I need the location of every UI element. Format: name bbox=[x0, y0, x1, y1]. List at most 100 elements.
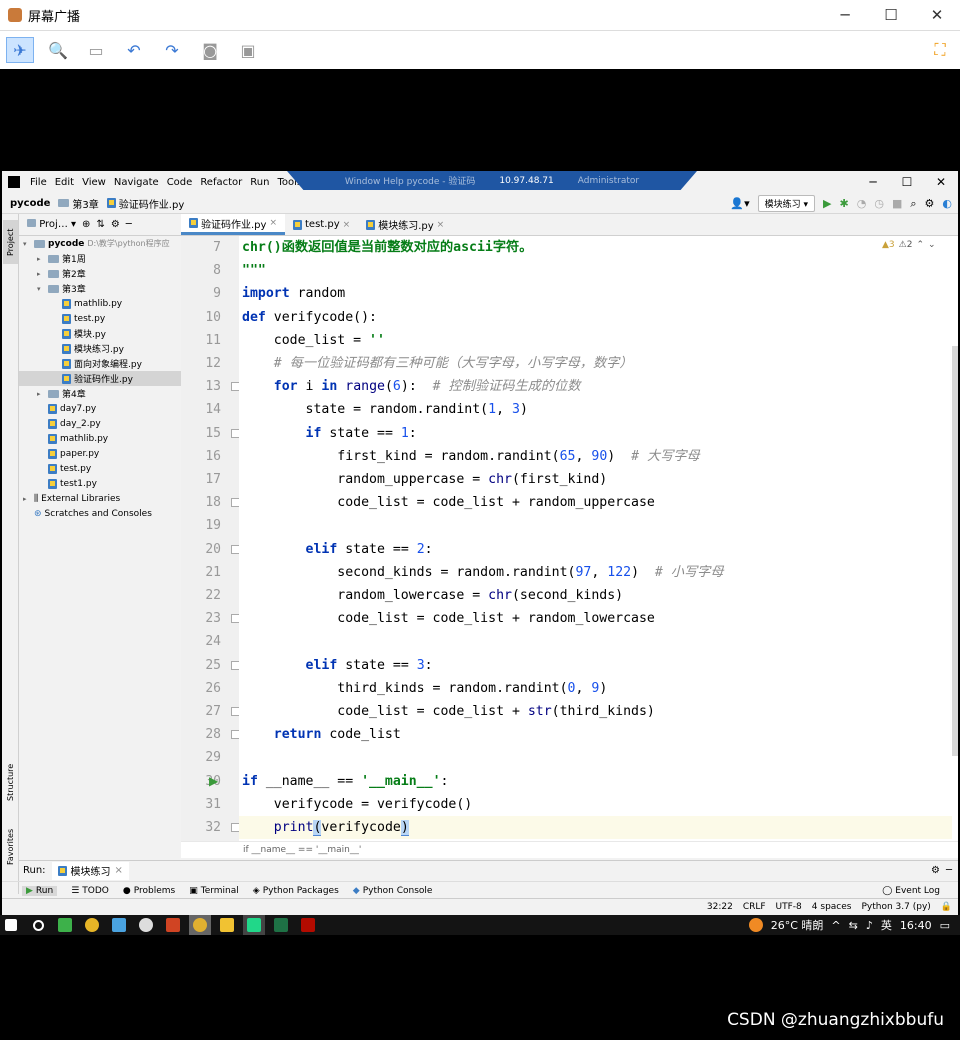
crumb-file[interactable]: 验证码作业.py bbox=[103, 196, 188, 211]
line-separator[interactable]: CRLF bbox=[743, 902, 766, 912]
close-icon[interactable]: × bbox=[269, 218, 277, 228]
tree-item[interactable]: 模块练习.py bbox=[19, 341, 181, 356]
taskbar-broadcast[interactable] bbox=[189, 915, 211, 935]
chevron-right-icon[interactable]: ▸ bbox=[37, 270, 45, 278]
todo-tool-button[interactable]: ☰ TODO bbox=[71, 886, 109, 896]
menu-view[interactable]: View bbox=[78, 177, 110, 188]
hide-icon[interactable]: ─ bbox=[126, 219, 132, 230]
problems-tool-button[interactable]: ● Problems bbox=[123, 886, 175, 896]
start-button[interactable] bbox=[0, 915, 22, 935]
project-tool-tab[interactable]: Project bbox=[3, 220, 18, 264]
fullscreen-button[interactable]: ⛶ bbox=[926, 37, 954, 63]
run-tool-button[interactable]: ▶ Run bbox=[22, 885, 58, 896]
ide-close-button[interactable]: ✕ bbox=[924, 171, 958, 193]
indent-setting[interactable]: 4 spaces bbox=[812, 902, 852, 912]
code-editor[interactable]: chr()函数返回值是当前整数对应的ascii字符。 """ import ra… bbox=[239, 236, 952, 856]
tree-item[interactable]: mathlib.py bbox=[19, 431, 181, 446]
structure-tool-tab[interactable]: Structure bbox=[3, 754, 18, 810]
editor-tab[interactable]: 验证码作业.py × bbox=[181, 214, 285, 235]
notification-icon[interactable]: ▭ bbox=[940, 919, 950, 932]
code-breadcrumb[interactable]: if __name__ == '__main__' bbox=[181, 841, 958, 858]
run-settings-icon[interactable]: ⚙ bbox=[931, 865, 940, 876]
tree-item[interactable]: day_2.py bbox=[19, 416, 181, 431]
debug-icon[interactable]: ✱ bbox=[840, 197, 849, 210]
tree-item[interactable]: ▾ pycode D:\教学\python程序应 bbox=[19, 236, 181, 251]
undo-button[interactable]: ↶ bbox=[120, 37, 148, 63]
profile-icon[interactable]: ◷ bbox=[874, 197, 884, 210]
menu-navigate[interactable]: Navigate bbox=[110, 177, 163, 188]
chevron-right-icon[interactable]: ▸ bbox=[37, 255, 45, 263]
editor-tab[interactable]: test.py × bbox=[285, 214, 358, 235]
crumb-project[interactable]: pycode bbox=[2, 198, 54, 209]
project-view-select[interactable]: Proj… ▾ bbox=[27, 219, 76, 230]
menu-run[interactable]: Run bbox=[246, 177, 273, 188]
packages-tool-button[interactable]: ◈ Python Packages bbox=[253, 886, 339, 896]
chevron-down-icon[interactable]: ▾ bbox=[37, 285, 45, 293]
tree-item[interactable]: test1.py bbox=[19, 476, 181, 491]
tree-item[interactable]: ▸ 第4章 bbox=[19, 386, 181, 401]
weather-text[interactable]: 26°C 晴朗 bbox=[771, 917, 824, 933]
crumb-folder[interactable]: 第3章 bbox=[54, 196, 102, 211]
caret-position[interactable]: 32:22 bbox=[707, 902, 733, 912]
tree-item[interactable]: ▾ 第3章 bbox=[19, 281, 181, 296]
tree-item[interactable]: paper.py bbox=[19, 446, 181, 461]
run-hide-icon[interactable]: ─ bbox=[946, 865, 952, 876]
tree-item[interactable]: test.py bbox=[19, 311, 181, 326]
taskbar-app[interactable] bbox=[108, 915, 130, 935]
outer-maximize-button[interactable]: ☐ bbox=[868, 0, 914, 30]
run-icon[interactable]: ▶ bbox=[823, 197, 831, 210]
scrollbar-thumb[interactable] bbox=[952, 346, 958, 756]
inspection-widget[interactable]: ▲3 ⚠2 ⌃ ⌄ bbox=[882, 236, 936, 254]
collapse-icon[interactable]: ⇅ bbox=[96, 219, 104, 230]
chevron-right-icon[interactable]: ▸ bbox=[37, 390, 45, 398]
tree-item[interactable]: test.py bbox=[19, 461, 181, 476]
record-button[interactable]: ▣ bbox=[234, 37, 262, 63]
prev-highlight-icon[interactable]: ⌃ bbox=[916, 240, 924, 250]
taskbar-acrobat[interactable] bbox=[297, 915, 319, 935]
editor-scrollbar[interactable] bbox=[952, 236, 958, 856]
remote-desktop-bar[interactable]: Window Help pycode - 验证码 10.97.48.71 Adm… bbox=[287, 171, 697, 190]
tree-item[interactable]: 验证码作业.py bbox=[19, 371, 181, 386]
tree-item[interactable]: ▸ 第2章 bbox=[19, 266, 181, 281]
terminal-tool-button[interactable]: ▣ Terminal bbox=[189, 886, 239, 896]
monitor-button[interactable]: ▭ bbox=[82, 37, 110, 63]
taskbar-explorer[interactable] bbox=[216, 915, 238, 935]
chevron-down-icon[interactable]: ▾ bbox=[23, 240, 31, 248]
tree-item[interactable]: day7.py bbox=[19, 401, 181, 416]
taskbar-wechat[interactable] bbox=[54, 915, 76, 935]
lock-icon[interactable]: 🔒 bbox=[941, 902, 952, 912]
plugin-icon[interactable]: ◐ bbox=[942, 197, 952, 210]
ide-minimize-button[interactable]: ─ bbox=[856, 171, 890, 193]
interpreter[interactable]: Python 3.7 (py) bbox=[861, 902, 930, 912]
tree-item[interactable]: 面向对象编程.py bbox=[19, 356, 181, 371]
close-icon[interactable]: × bbox=[343, 220, 351, 230]
network-icon[interactable]: ⇆ bbox=[849, 919, 858, 932]
search-button[interactable] bbox=[27, 915, 49, 935]
menu-file[interactable]: File bbox=[26, 177, 51, 188]
next-highlight-icon[interactable]: ⌄ bbox=[928, 240, 936, 250]
menu-refactor[interactable]: Refactor bbox=[196, 177, 246, 188]
input-method[interactable]: 英 bbox=[881, 917, 892, 933]
camera-button[interactable]: ◙ bbox=[196, 37, 224, 63]
taskbar-excel[interactable] bbox=[270, 915, 292, 935]
event-log-button[interactable]: ◯ Event Log bbox=[882, 886, 940, 896]
menu-edit[interactable]: Edit bbox=[51, 177, 78, 188]
weather-icon[interactable] bbox=[748, 918, 763, 932]
outer-minimize-button[interactable]: ─ bbox=[822, 0, 868, 30]
redo-button[interactable]: ↷ bbox=[158, 37, 186, 63]
clock[interactable]: 16:40 bbox=[900, 919, 932, 932]
tree-item[interactable]: ▸ 第1周 bbox=[19, 251, 181, 266]
taskbar-powerpoint[interactable] bbox=[162, 915, 184, 935]
locate-icon[interactable]: ⊕ bbox=[82, 219, 90, 230]
zoom-button[interactable]: 🔍 bbox=[44, 37, 72, 63]
search-icon[interactable]: ⌕ bbox=[910, 197, 916, 211]
taskbar-pycharm[interactable] bbox=[243, 915, 265, 935]
run-tab[interactable]: 模块练习 × bbox=[51, 861, 129, 880]
tree-item[interactable]: 模块.py bbox=[19, 326, 181, 341]
close-icon[interactable]: × bbox=[115, 865, 123, 876]
favorites-tool-tab[interactable]: Favorites bbox=[3, 820, 18, 874]
chevron-right-icon[interactable]: ▸ bbox=[23, 495, 31, 503]
close-icon[interactable]: × bbox=[437, 220, 445, 230]
menu-code[interactable]: Code bbox=[163, 177, 197, 188]
run-gutter-icon[interactable]: ▶ bbox=[209, 774, 218, 788]
